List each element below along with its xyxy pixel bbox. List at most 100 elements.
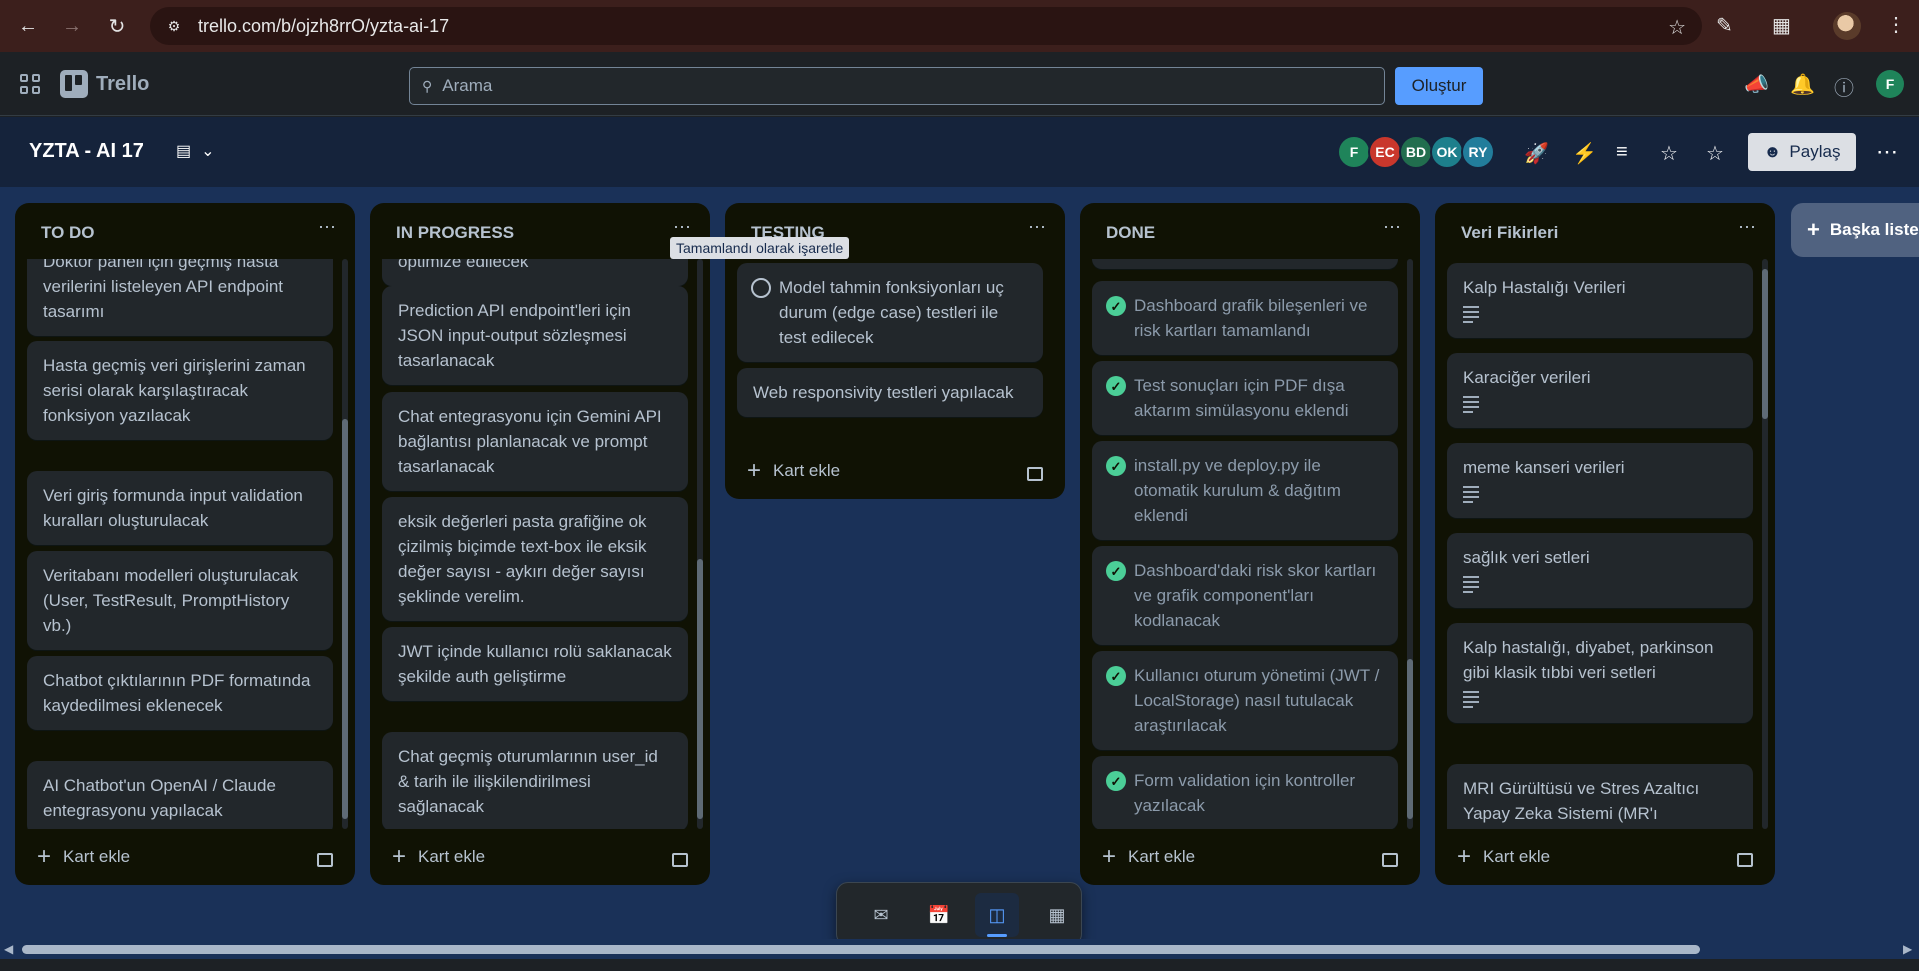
switch-boards-icon[interactable]: ▦ (1035, 893, 1079, 937)
check-circle-icon[interactable]: ✓ (1106, 771, 1126, 791)
board-title[interactable]: YZTA - AI 17 (29, 140, 144, 163)
forward-arrow-icon[interactable]: → (58, 12, 86, 40)
list-menu-icon[interactable]: ⋯ (1738, 217, 1757, 238)
add-card-button[interactable]: + Kart ekle (1102, 843, 1195, 871)
card[interactable]: JWT içinde kullanıcı rolü saklanacak şek… (382, 627, 688, 701)
share-button[interactable]: ☻ Paylaş (1748, 133, 1856, 171)
board-view-switcher[interactable]: ▤ ⌄ (176, 141, 215, 161)
card[interactable]: ✓ Form validation için kontroller yazılac… (1092, 756, 1398, 829)
scrollbar-thumb[interactable] (22, 945, 1700, 954)
card[interactable]: AI Chatbot'un OpenAI / Claude entegrasyo… (27, 761, 333, 829)
search-input[interactable]: ⚲ Arama (409, 67, 1385, 105)
card[interactable]: Veri giriş formunda input validation kur… (27, 471, 333, 545)
list-menu-icon[interactable]: ⋯ (673, 217, 692, 238)
card[interactable]: sağlık veri setleri (1447, 533, 1753, 608)
member-avatar[interactable]: RY (1461, 135, 1495, 169)
add-card-button[interactable]: + Kart ekle (37, 843, 130, 871)
member-avatar[interactable]: OK (1430, 135, 1464, 169)
apps-grid-icon[interactable] (20, 74, 40, 94)
help-icon[interactable]: ⓘ (1834, 72, 1854, 101)
card[interactable]: eksik değerleri pasta grafiğine ok çizil… (382, 497, 688, 621)
card-template-icon[interactable] (317, 853, 333, 867)
list-scrollbar[interactable] (1407, 259, 1413, 829)
scrollbar-thumb[interactable] (1407, 659, 1413, 819)
card[interactable]: meme kanseri verileri (1447, 443, 1753, 518)
scrollbar-thumb[interactable] (342, 419, 348, 819)
check-circle-icon[interactable]: ✓ (1106, 376, 1126, 396)
add-card-button[interactable]: + Kart ekle (1457, 843, 1550, 871)
member-avatar[interactable]: F (1337, 135, 1371, 169)
card-template-icon[interactable] (1027, 467, 1043, 481)
scrollbar-thumb[interactable] (697, 559, 703, 819)
list-veri-fikirleri[interactable]: Veri Fikirleri ⋯ Kalp Hastalığı Verileri… (1435, 203, 1775, 885)
card[interactable]: ✓ install.py ve deploy.py ile otomatik ku… (1092, 441, 1398, 540)
board-view-icon[interactable]: ◫ (975, 893, 1019, 937)
card[interactable]: Web responsivity testleri yapılacak (737, 368, 1043, 417)
card[interactable]: Kalp hastalığı, diyabet, parkinson gibi … (1447, 623, 1753, 723)
card-template-icon[interactable] (672, 853, 688, 867)
card[interactable]: ✓ Dashboard'daki risk skor kartları ve gr… (1092, 546, 1398, 645)
visibility-icon[interactable]: ☆ (1706, 141, 1724, 166)
list-in-progress[interactable]: IN PROGRESS ⋯ optimize edilecek Predicti… (370, 203, 710, 885)
card[interactable]: Chat entegrasyonu için Gemini API bağlan… (382, 392, 688, 491)
card[interactable]: MRI Gürültüsü ve Stres Azaltıcı Yapay Ze… (1447, 764, 1753, 829)
card[interactable]: ✓ Dashboard grafik bileşenleri ve risk ka… (1092, 281, 1398, 355)
board-menu-icon[interactable]: ⋯ (1876, 139, 1898, 165)
list-menu-icon[interactable]: ⋯ (318, 217, 337, 238)
automation-icon[interactable]: ⚡ (1572, 141, 1597, 166)
card[interactable]: Chatbot çıktılarının PDF formatında kayd… (27, 656, 333, 730)
card-template-icon[interactable] (1737, 853, 1753, 867)
bell-icon[interactable]: 🔔 (1790, 72, 1815, 97)
complete-toggle-icon[interactable] (751, 278, 771, 298)
reload-icon[interactable]: ↻ (103, 12, 131, 40)
list-menu-icon[interactable]: ⋯ (1028, 217, 1047, 238)
list-scrollbar[interactable] (342, 259, 348, 829)
power-ups-icon[interactable]: 🚀 (1524, 141, 1549, 166)
list-title[interactable]: TO DO (41, 223, 95, 243)
board-horizontal-scrollbar[interactable]: ◀ ▶ (0, 939, 1919, 959)
list-title[interactable]: IN PROGRESS (396, 223, 514, 243)
card[interactable]: ✓ Test sonuçları için PDF dışa aktarım si… (1092, 361, 1398, 435)
scrollbar-thumb[interactable] (1762, 269, 1768, 419)
card[interactable]: Hasta geçmiş veri girişlerini zaman seri… (27, 341, 333, 440)
card[interactable] (1092, 259, 1398, 269)
browser-menu-icon[interactable]: ⋮ (1886, 12, 1906, 37)
card[interactable]: Prediction API endpoint'leri için JSON i… (382, 286, 688, 385)
create-button[interactable]: Oluştur (1395, 67, 1483, 105)
card[interactable]: ✓ Kullanıcı oturum yönetimi (JWT / LocalS… (1092, 651, 1398, 750)
card[interactable]: Doktor paneli için geçmiş hasta verileri… (27, 259, 333, 336)
list-done[interactable]: DONE ⋯ ✓ Dashboard grafik bileşenleri ve … (1080, 203, 1420, 885)
list-scrollbar[interactable] (697, 259, 703, 829)
member-avatar[interactable]: EC (1368, 135, 1402, 169)
check-circle-icon[interactable]: ✓ (1106, 296, 1126, 316)
filter-icon[interactable]: ≡ (1616, 141, 1628, 164)
address-bar[interactable]: ⚙ trello.com/b/ojzh8rrO/yzta-ai-17 ☆ (150, 7, 1702, 45)
user-avatar[interactable]: F (1876, 70, 1904, 98)
add-card-button[interactable]: + Kart ekle (392, 843, 485, 871)
scroll-right-icon[interactable]: ▶ (1903, 942, 1912, 956)
back-arrow-icon[interactable]: ← (14, 12, 42, 40)
card-template-icon[interactable] (1382, 853, 1398, 867)
card[interactable]: Karaciğer verileri (1447, 353, 1753, 428)
check-circle-icon[interactable]: ✓ (1106, 561, 1126, 581)
extensions-icon[interactable]: ▦ (1772, 13, 1791, 38)
card[interactable]: Model tahmin fonksiyonları uç durum (edg… (737, 263, 1043, 362)
card[interactable]: optimize edilecek (382, 259, 688, 286)
add-card-button[interactable]: + Kart ekle (747, 457, 840, 485)
site-settings-icon[interactable]: ⚙ (164, 16, 184, 36)
planner-icon[interactable]: 📅 (917, 893, 961, 937)
member-avatar[interactable]: BD (1399, 135, 1433, 169)
check-circle-icon[interactable]: ✓ (1106, 666, 1126, 686)
card[interactable]: Chat geçmiş oturumlarının user_id & tari… (382, 732, 688, 829)
star-icon[interactable]: ☆ (1660, 141, 1678, 166)
list-menu-icon[interactable]: ⋯ (1383, 217, 1402, 238)
list-title[interactable]: DONE (1106, 223, 1155, 243)
profile-avatar[interactable] (1833, 12, 1861, 40)
card[interactable]: Kalp Hastalığı Verileri (1447, 263, 1753, 338)
url-text[interactable]: trello.com/b/ojzh8rrO/yzta-ai-17 (198, 16, 449, 37)
list-title[interactable]: Veri Fikirleri (1461, 223, 1558, 243)
trello-logo[interactable]: Trello (60, 70, 149, 98)
bookmark-star-icon[interactable]: ☆ (1668, 15, 1686, 40)
scroll-left-icon[interactable]: ◀ (4, 942, 13, 956)
list-scrollbar[interactable] (1762, 259, 1768, 829)
